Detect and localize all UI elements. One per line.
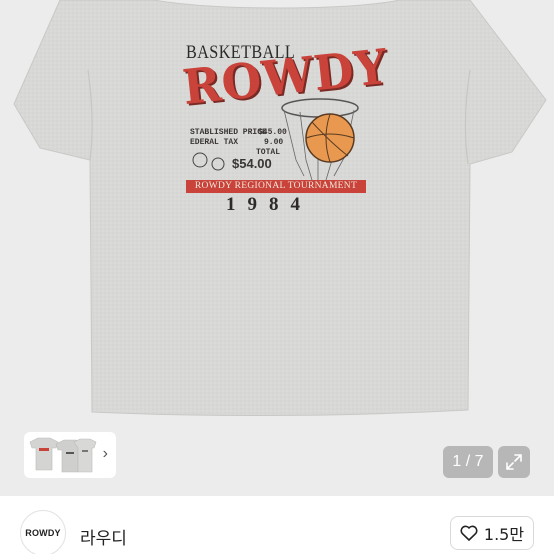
print-line2-label: EDERAL TAX	[190, 138, 239, 147]
print-banner: ROWDY REGIONAL TOURNAMENT	[186, 180, 366, 193]
print-price-total: $54.00	[232, 156, 272, 171]
expand-icon	[506, 454, 522, 470]
chevron-right-icon[interactable]: ›	[103, 445, 108, 463]
thumbnail-image[interactable]	[28, 436, 98, 474]
image-counter: 1 / 7	[443, 446, 493, 478]
thumbnail-strip[interactable]: ›	[24, 432, 116, 478]
seller-avatar[interactable]: ROWDY	[20, 510, 66, 554]
print-line1-value: $45.00	[258, 128, 287, 137]
seller-name[interactable]: 라우디	[80, 524, 127, 549]
heart-outline-icon	[460, 525, 478, 541]
expand-button[interactable]	[498, 446, 530, 478]
likes-count: 1.5만	[483, 525, 525, 544]
print-line1-label: STABLISHED PRICE	[190, 128, 267, 137]
avatar-text: ROWDY	[25, 528, 61, 538]
like-button[interactable]: 1.5만	[450, 516, 534, 550]
product-photo[interactable]: BASKETBALL ROWDY STABLISHED PRICE $45.00…	[0, 0, 554, 496]
product-page: BASKETBALL ROWDY STABLISHED PRICE $45.00…	[0, 0, 554, 554]
print-line2-value: 9.00	[264, 138, 284, 147]
print-year: 1984	[226, 194, 312, 215]
seller-bar: ROWDY 라우디 1.5만	[0, 496, 554, 554]
